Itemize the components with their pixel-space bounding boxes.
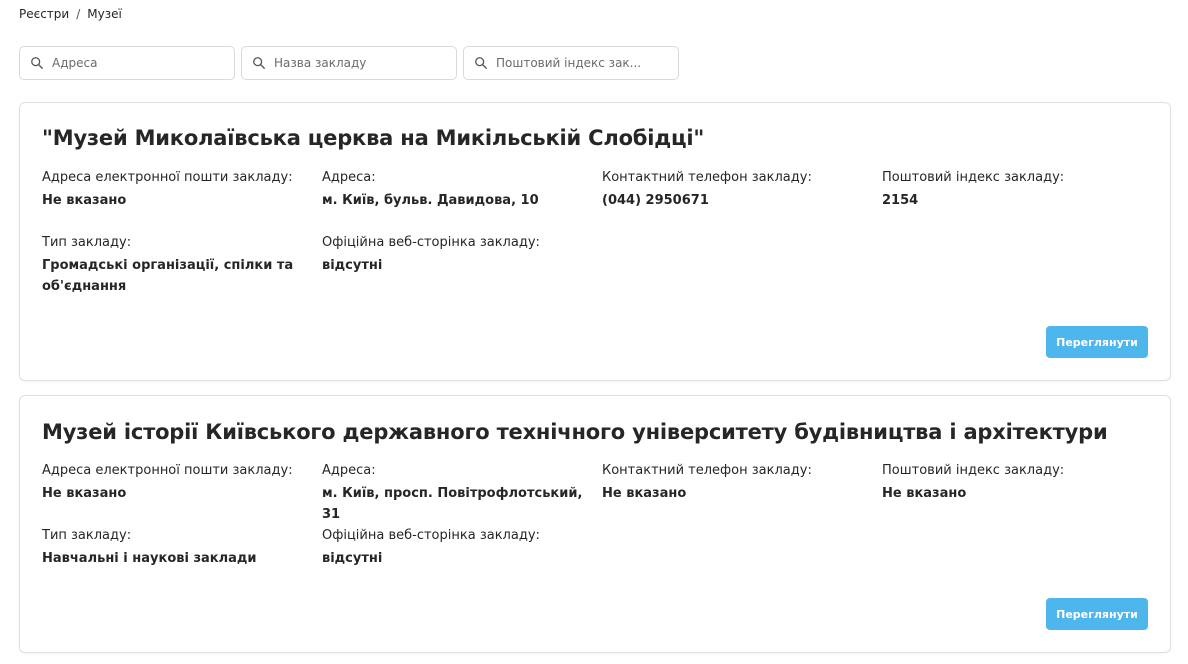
phone-field: Контактний телефон закладу: (044) 295067… [602,169,874,211]
breadcrumb-link-registries[interactable]: Реєстри [19,7,69,21]
breadcrumb-current: Музеї [87,7,122,21]
type-label: Тип закладу: [42,235,132,250]
email-field: Адреса електронної пошти закладу: Не вка… [42,462,314,504]
address-field: Адреса: м. Київ, бульв. Давидова, 10 [322,169,594,211]
email-field: Адреса електронної пошти закладу: Не вка… [42,169,314,211]
website-label: Офіційна веб-сторінка закладу: [322,235,540,250]
name-search-input[interactable] [274,56,444,70]
name-search-box[interactable] [241,46,457,80]
postal-field: Поштовий індекс закладу: Не вказано [882,462,1154,504]
type-value: Громадські організації, спілки та об'єдн… [42,258,294,294]
email-label: Адреса електронної пошти закладу: [42,170,293,185]
type-value: Навчальні і наукові заклади [42,551,257,566]
search-icon [253,57,265,69]
address-value: м. Київ, бульв. Давидова, 10 [322,193,539,208]
museum-title: "Музей Миколаївська церква на Микільські… [42,126,705,150]
view-button[interactable]: Переглянути [1046,598,1148,630]
website-field: Офіційна веб-сторінка закладу: відсутні [322,527,594,569]
address-field: Адреса: м. Київ, просп. Повітрофлотський… [322,462,594,525]
postal-field: Поштовий індекс закладу: 2154 [882,169,1154,211]
website-label: Офіційна веб-сторінка закладу: [322,528,540,543]
website-value: відсутні [322,258,383,273]
view-button[interactable]: Переглянути [1046,326,1148,358]
postal-search-input[interactable] [496,56,666,70]
type-label: Тип закладу: [42,528,132,543]
address-label: Адреса: [322,463,376,478]
postal-label: Поштовий індекс закладу: [882,170,1065,185]
email-value: Не вказано [42,486,127,501]
website-value: відсутні [322,551,383,566]
breadcrumb: Реєстри / Музеї [19,7,122,21]
search-icon [475,57,487,69]
postal-label: Поштовий індекс закладу: [882,463,1065,478]
phone-value: Не вказано [602,486,687,501]
address-search-box[interactable] [19,46,235,80]
type-field: Тип закладу: Навчальні і наукові заклади [42,527,314,569]
breadcrumb-separator: / [76,7,81,21]
email-value: Не вказано [42,193,127,208]
type-field: Тип закладу: Громадські організації, спі… [42,234,304,297]
address-value: м. Київ, просп. Повітрофлотський, 31 [322,486,583,522]
museum-card: "Музей Миколаївська церква на Микільські… [19,102,1171,381]
filter-bar [19,46,679,80]
address-label: Адреса: [322,170,376,185]
phone-label: Контактний телефон закладу: [602,170,812,185]
postal-value: 2154 [882,193,919,208]
email-label: Адреса електронної пошти закладу: [42,463,293,478]
phone-value: (044) 2950671 [602,193,709,208]
address-search-input[interactable] [52,56,222,70]
website-field: Офіційна веб-сторінка закладу: відсутні [322,234,594,276]
postal-value: Не вказано [882,486,967,501]
search-icon [31,57,43,69]
museum-card: Музей історії Київського державного техн… [19,395,1171,653]
phone-label: Контактний телефон закладу: [602,463,812,478]
museum-title: Музей історії Київського державного техн… [42,420,1108,444]
phone-field: Контактний телефон закладу: Не вказано [602,462,874,504]
postal-search-box[interactable] [463,46,679,80]
